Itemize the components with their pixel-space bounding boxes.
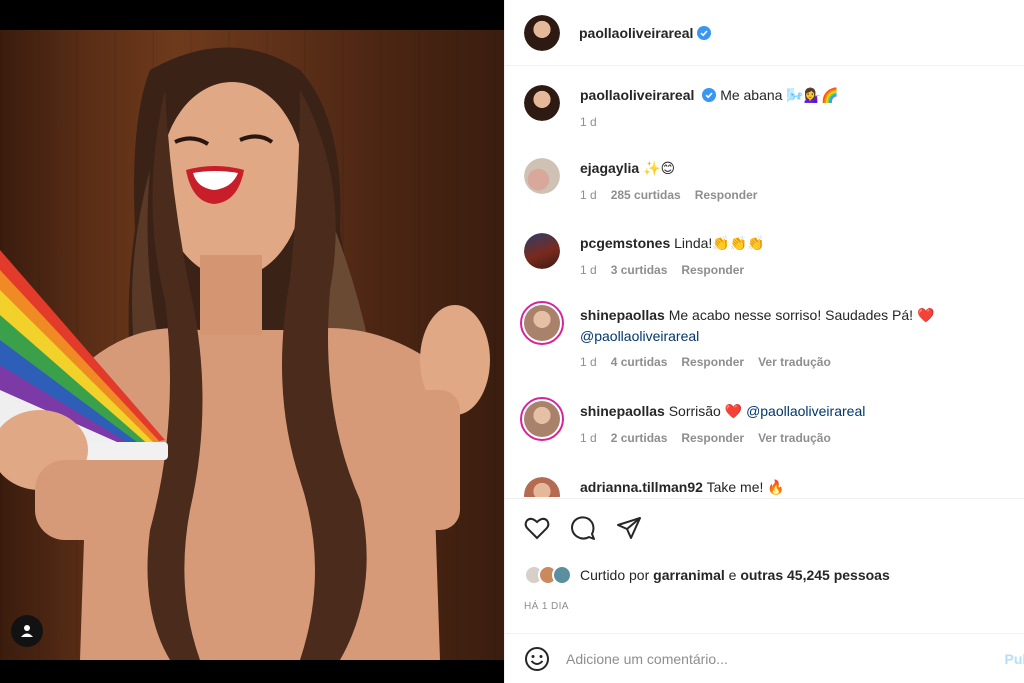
heart-icon	[524, 517, 550, 540]
reply-button[interactable]: Responder	[681, 352, 744, 372]
comment-item: shinepaollas Me acabo nesse sorriso! Sau…	[520, 301, 1014, 372]
comment-emoji: ✨😊	[643, 161, 676, 177]
author-avatar[interactable]	[524, 14, 560, 51]
comment-likes[interactable]: 2 curtidas	[611, 428, 668, 448]
comment-composer: Pub	[505, 633, 1024, 683]
comment-emoji: 👏👏👏	[712, 236, 765, 252]
comment-text: Linda!	[674, 235, 713, 251]
heart-emoji: ❤️	[916, 308, 935, 324]
post-timestamp[interactable]: HÁ 1 DIA	[524, 601, 569, 612]
commenter-avatar[interactable]	[524, 477, 560, 497]
comment-likes[interactable]: 3 curtidas	[611, 260, 668, 280]
user-tag-icon	[21, 625, 33, 637]
likes-joiner: e	[728, 567, 737, 583]
comment-button[interactable]	[568, 513, 598, 543]
comments-list[interactable]: paollaoliveirareal Me abana 🌬️💁‍♀️🌈 1 d	[505, 67, 1024, 497]
comment-input[interactable]	[566, 650, 966, 667]
comment-author[interactable]: ejagaylia	[580, 160, 639, 176]
post-caption: paollaoliveirareal Me abana 🌬️💁‍♀️🌈 1 d	[524, 85, 1014, 132]
likes-others[interactable]: outras 45,245 pessoas	[740, 567, 889, 583]
comment-likes[interactable]: 4 curtidas	[611, 352, 668, 372]
share-button[interactable]	[614, 513, 644, 543]
user-tag-button[interactable]	[11, 615, 43, 647]
commenter-avatar[interactable]	[524, 158, 560, 194]
comment-emoji: 🔥	[767, 480, 785, 496]
comment-icon	[571, 516, 595, 540]
share-icon	[617, 517, 641, 539]
comment-text: Sorrisão	[668, 403, 721, 419]
reply-button[interactable]: Responder	[681, 428, 744, 448]
post-actions: Curtido por garranimal e outras 45,245 p…	[505, 498, 1024, 633]
comment-age[interactable]: 1 d	[580, 185, 597, 205]
comment-item: pcgemstones Linda!👏👏👏 1 d 3 curtidas Res…	[524, 233, 1014, 280]
comment-author[interactable]: shinepaollas	[580, 403, 665, 419]
comment-author[interactable]: pcgemstones	[580, 235, 670, 251]
publish-button[interactable]: Pub	[1005, 651, 1024, 667]
commenter-avatar[interactable]	[520, 397, 564, 441]
liker-avatars[interactable]	[524, 565, 572, 585]
comment-likes[interactable]: 285 curtidas	[611, 185, 681, 205]
comment-item: ejagaylia ✨😊 1 d 285 curtidas Responder	[524, 158, 1014, 205]
post-photo[interactable]	[0, 30, 504, 660]
reply-button[interactable]: Responder	[681, 260, 744, 280]
comment-mention[interactable]: @paollaoliveirareal	[580, 328, 699, 344]
comment-age[interactable]: 1 d	[580, 352, 597, 372]
comment-mention[interactable]: @paollaoliveirareal	[746, 403, 865, 419]
caption-age[interactable]: 1 d	[580, 112, 597, 132]
comment-author[interactable]: shinepaollas	[580, 307, 665, 323]
caption-text: Me abana	[720, 87, 783, 103]
commenter-avatar[interactable]	[520, 301, 564, 345]
like-button[interactable]	[522, 513, 552, 543]
comment-author[interactable]: adrianna.tillman92	[580, 479, 703, 495]
comment-text: Me acabo nesse sorriso! Saudades Pá!	[668, 307, 914, 323]
likes-summary: Curtido por garranimal e outras 45,245 p…	[524, 565, 890, 585]
verified-icon	[697, 25, 712, 40]
translate-button[interactable]: Ver tradução	[758, 352, 831, 372]
comment-text: Take me!	[706, 479, 764, 495]
caption-author[interactable]: paollaoliveirareal	[580, 87, 694, 103]
verified-icon	[702, 88, 717, 102]
heart-emoji: ❤️	[724, 404, 743, 420]
comment-age[interactable]: 1 d	[580, 260, 597, 280]
caption-emoji: 🌬️💁‍♀️🌈	[786, 88, 839, 104]
comment-item: shinepaollas Sorrisão ❤️ @paollaoliveira…	[520, 397, 1014, 448]
translate-button[interactable]: Ver tradução	[758, 428, 831, 448]
comment-age[interactable]: 1 d	[580, 428, 597, 448]
emoji-icon[interactable]	[524, 646, 550, 672]
likes-prefix: Curtido por	[580, 567, 650, 583]
photo-illustration	[0, 47, 490, 660]
caption-avatar[interactable]	[524, 85, 560, 121]
comment-item: adrianna.tillman92 Take me! 🔥	[524, 477, 1014, 497]
post-media[interactable]	[0, 0, 504, 683]
commenter-avatar[interactable]	[524, 233, 560, 269]
author-username[interactable]: paollaoliveirareal	[579, 25, 693, 41]
post-sidebar: paollaoliveirareal paollaoliveirareal Me…	[504, 0, 1024, 683]
reply-button[interactable]: Responder	[695, 185, 758, 205]
post-header: paollaoliveirareal	[505, 0, 1024, 66]
liker-username[interactable]: garranimal	[653, 567, 725, 583]
